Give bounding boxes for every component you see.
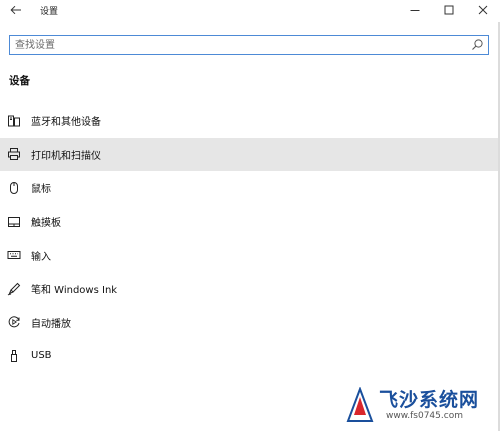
nav-item-mouse[interactable]: 鼠标 [0, 171, 500, 205]
nav-item-bluetooth[interactable]: 蓝牙和其他设备 [0, 104, 500, 138]
nav-item-touchpad[interactable]: 触摸板 [0, 205, 500, 239]
minimize-icon [410, 10, 420, 11]
search-icon[interactable] [471, 38, 484, 51]
mouse-icon [6, 180, 22, 196]
nav-item-usb[interactable]: USB [0, 339, 500, 373]
search-box [9, 35, 489, 55]
window-title: 设置 [40, 7, 59, 17]
nav-item-label: 触摸板 [31, 218, 61, 230]
nav-item-label: 笔和 Windows Ink [31, 285, 118, 297]
keyboard-icon [6, 247, 22, 263]
watermark-url: www.fs0745.com [386, 411, 463, 421]
nav-item-typing[interactable]: 输入 [0, 238, 500, 272]
search-input[interactable] [15, 37, 455, 53]
touchpad-icon [6, 214, 22, 230]
nav-item-autoplay[interactable]: 自动播放 [0, 306, 500, 340]
watermark-logo [346, 387, 374, 422]
nav-item-label: 自动播放 [31, 318, 71, 330]
section-title: 设备 [9, 75, 30, 87]
nav-item-label: 蓝牙和其他设备 [31, 117, 101, 129]
nav-item-printers[interactable]: 打印机和扫描仪 [0, 137, 500, 172]
close-button[interactable] [466, 0, 500, 20]
nav-item-pen[interactable]: 笔和 Windows Ink [0, 272, 500, 306]
minimize-button[interactable] [398, 0, 432, 20]
back-arrow-icon [10, 5, 21, 15]
autoplay-icon [6, 314, 22, 330]
watermark: 飞沙系统网 www.fs0745.com [346, 383, 496, 429]
nav-item-label: 输入 [31, 251, 51, 263]
maximize-icon [444, 5, 454, 15]
printer-icon [6, 146, 22, 162]
nav-item-label: 鼠标 [31, 184, 51, 196]
close-icon [478, 5, 488, 15]
devices-nav: 蓝牙和其他设备 打印机和扫描仪 鼠标 触摸板 输入 笔和 Windows Ink… [0, 104, 500, 373]
nav-item-label: USB [31, 350, 52, 362]
title-bar: 设置 [0, 0, 500, 22]
back-button[interactable] [6, 2, 26, 18]
watermark-brand: 飞沙系统网 [379, 389, 480, 411]
maximize-button[interactable] [432, 0, 466, 20]
usb-icon [6, 348, 22, 364]
window-controls [398, 0, 500, 20]
bluetooth-devices-icon [6, 113, 22, 129]
pen-icon [6, 281, 22, 297]
nav-item-label: 打印机和扫描仪 [31, 150, 101, 162]
